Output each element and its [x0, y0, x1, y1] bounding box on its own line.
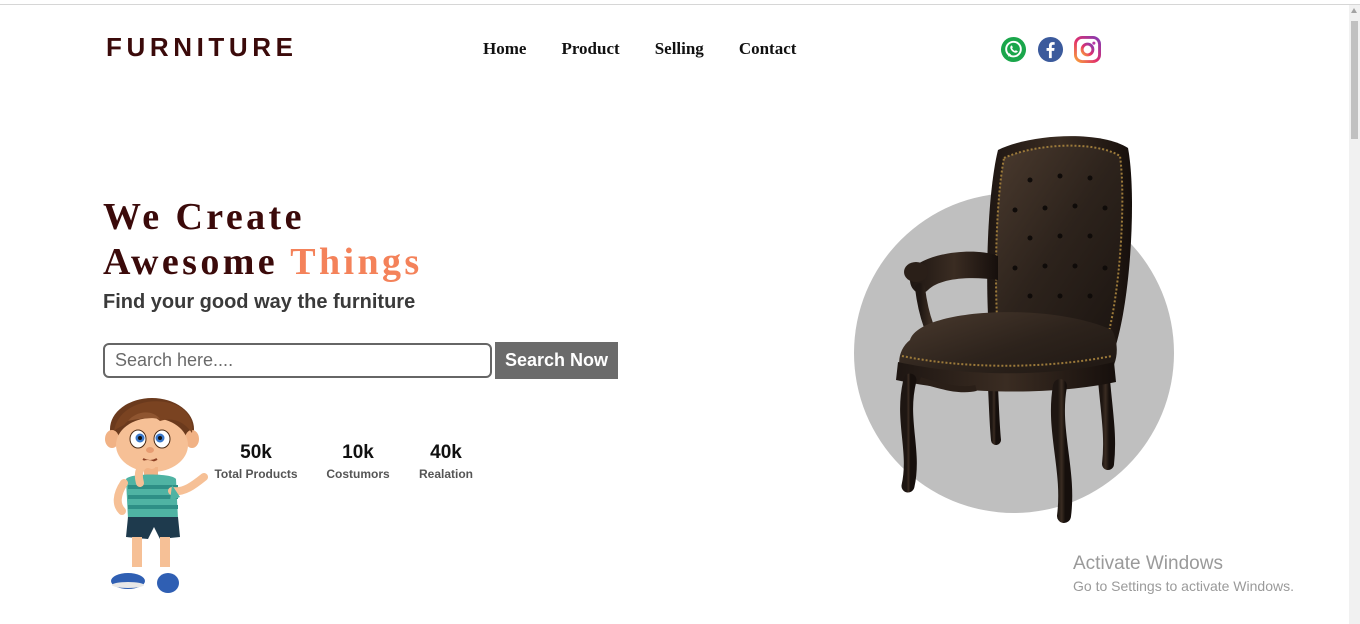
stat-costumors: 10k Costumors — [305, 441, 411, 483]
instagram-icon[interactable] — [1074, 36, 1101, 63]
scrollbar-thumb[interactable] — [1351, 21, 1358, 139]
stat-value: 10k — [342, 442, 374, 463]
nav-product[interactable]: Product — [561, 39, 619, 59]
hero-title: We Create Awesome Things — [103, 195, 423, 285]
whatsapp-icon[interactable] — [1000, 36, 1027, 63]
chair-image — [896, 136, 1132, 523]
watermark-subtitle: Go to Settings to activate Windows. — [1073, 578, 1294, 594]
stat-value: 50k — [240, 442, 272, 463]
scroll-up-arrow-icon[interactable] — [1351, 8, 1357, 13]
stat-total-products: 50k Total Products — [212, 441, 300, 483]
hero-title-main: Awesome — [103, 241, 279, 283]
social-links — [1000, 36, 1111, 63]
stats: 50k Total Products 10k Costumors 40k Rea… — [212, 441, 475, 483]
hero-title-line2: Awesome Things — [103, 240, 423, 285]
hero-title-line1: We Create — [103, 196, 305, 238]
stat-label: Costumors — [326, 467, 390, 481]
stat-realation: 40k Realation — [417, 441, 475, 483]
facebook-icon[interactable] — [1037, 36, 1064, 63]
watermark-title: Activate Windows — [1073, 553, 1223, 574]
stat-label: Total Products — [214, 467, 298, 481]
search-input[interactable] — [103, 343, 492, 378]
scrollbar[interactable] — [1349, 5, 1360, 624]
window-top-border — [0, 4, 1360, 5]
site-logo[interactable]: FURNITURE — [106, 32, 298, 63]
boy-illustration — [105, 398, 208, 593]
hero-subtitle: Find your good way the furniture — [103, 291, 416, 313]
search-button[interactable]: Search Now — [495, 342, 618, 379]
nav-selling[interactable]: Selling — [655, 39, 704, 59]
nav-home[interactable]: Home — [483, 39, 526, 59]
main-nav: Home Product Selling Contact — [483, 39, 831, 59]
hero-title-accent: Things — [290, 241, 423, 283]
nav-contact[interactable]: Contact — [739, 39, 797, 59]
windows-activation-watermark: Activate Windows Go to Settings to activ… — [1073, 553, 1294, 597]
stat-value: 40k — [430, 442, 462, 463]
stat-label: Realation — [418, 467, 473, 481]
